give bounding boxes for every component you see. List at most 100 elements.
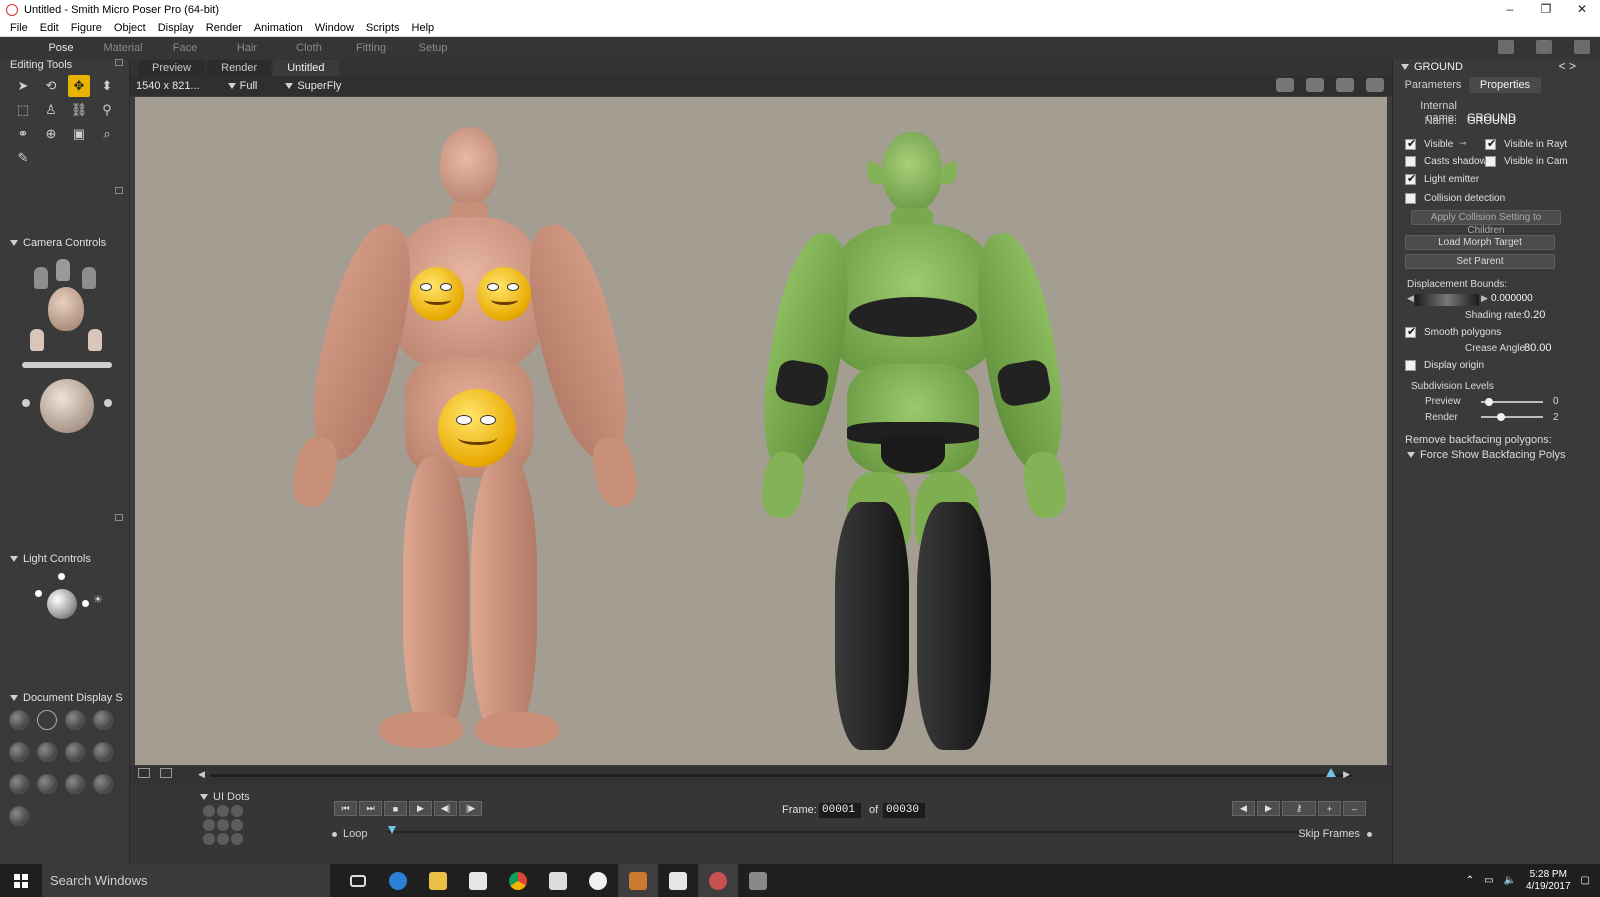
close-button[interactable]: ✕ bbox=[1564, 0, 1600, 19]
menu-object[interactable]: Object bbox=[108, 22, 152, 34]
apply-collision-button[interactable]: Apply Collision Setting to Children bbox=[1411, 210, 1561, 236]
expand-triangle-icon[interactable] bbox=[10, 556, 18, 563]
game-app-icon[interactable] bbox=[738, 864, 778, 897]
room-tab-setup[interactable]: Setup bbox=[402, 42, 464, 54]
edit-keys-icon[interactable]: ⚷ bbox=[1282, 801, 1316, 816]
select-arrow-icon[interactable]: ➤ bbox=[12, 75, 34, 97]
collapse-icon[interactable] bbox=[115, 187, 123, 194]
cartoon-line-style-icon[interactable] bbox=[9, 774, 29, 794]
library-icon[interactable] bbox=[1574, 40, 1590, 54]
menu-scripts[interactable]: Scripts bbox=[360, 22, 406, 34]
export-icon[interactable] bbox=[1336, 78, 1354, 92]
focal-camera-icon[interactable] bbox=[104, 399, 112, 407]
object-nav-arrows[interactable]: < > bbox=[1559, 59, 1576, 73]
bell-icon[interactable] bbox=[1498, 40, 1514, 54]
scale-camera-icon[interactable] bbox=[22, 399, 30, 407]
morph-brush-icon[interactable]: ▣ bbox=[68, 123, 90, 145]
translate-icon[interactable]: ✥ bbox=[68, 75, 90, 97]
left-hand-icon[interactable] bbox=[30, 329, 44, 351]
slider-knob-icon[interactable] bbox=[1485, 398, 1493, 406]
direct-manipulation-icon[interactable]: ⌕ bbox=[96, 123, 118, 145]
renderer-dropdown[interactable]: SuperFly bbox=[285, 80, 341, 92]
figure-human-left[interactable] bbox=[288, 127, 643, 752]
timeline-scrubber[interactable]: ◀ ▶ bbox=[130, 766, 1392, 784]
tab-preview[interactable]: Preview bbox=[138, 60, 206, 76]
current-frame-field[interactable]: 00001 bbox=[819, 803, 861, 818]
force-show-backfacing-dropdown[interactable]: Force Show Backfacing Polys bbox=[1407, 449, 1566, 461]
light-emitter-checkbox[interactable]: Light emitter bbox=[1405, 172, 1479, 185]
window-icon[interactable] bbox=[138, 768, 150, 778]
render-subdivision-slider[interactable] bbox=[1481, 416, 1543, 418]
timeline-track[interactable] bbox=[210, 774, 1352, 777]
menu-animation[interactable]: Animation bbox=[248, 22, 309, 34]
ui-dot[interactable] bbox=[217, 819, 229, 831]
start-button[interactable] bbox=[0, 864, 42, 897]
visible-checkbox[interactable]: Visible bbox=[1405, 137, 1453, 150]
render-size[interactable]: 1540 x 821... bbox=[136, 80, 200, 92]
previous-key-icon[interactable]: ◀ bbox=[1232, 801, 1255, 816]
displacement-value[interactable]: 0.000000 bbox=[1491, 293, 1533, 304]
trackball-icon[interactable] bbox=[40, 379, 94, 433]
scroll-left-icon[interactable]: ◀ bbox=[198, 769, 205, 780]
ui-dot[interactable] bbox=[203, 819, 215, 831]
grouping-icon[interactable]: ⚭ bbox=[12, 123, 34, 145]
light-handle-icon[interactable] bbox=[82, 600, 89, 607]
tab-properties[interactable]: Properties bbox=[1469, 77, 1541, 93]
calculator-icon[interactable] bbox=[538, 864, 578, 897]
poser-pro-taskbar-icon[interactable] bbox=[698, 864, 738, 897]
figure-orc-right[interactable] bbox=[750, 132, 1076, 752]
expand-triangle-icon[interactable] bbox=[200, 794, 208, 801]
tab-render[interactable]: Render bbox=[207, 60, 272, 76]
ui-dot[interactable] bbox=[231, 805, 243, 817]
display-origin-checkbox[interactable]: Display origin bbox=[1405, 360, 1484, 371]
volume-icon[interactable]: 🔈 bbox=[1504, 875, 1516, 886]
go-to-start-icon[interactable]: ⏮ bbox=[334, 801, 357, 816]
outline-style-icon[interactable] bbox=[37, 710, 57, 730]
sketch-style-icon[interactable] bbox=[9, 806, 29, 826]
document-title-tab[interactable]: Untitled bbox=[273, 60, 339, 76]
smooth-lined-style-icon[interactable] bbox=[65, 774, 85, 794]
ui-dot[interactable] bbox=[217, 833, 229, 845]
expand-triangle-icon[interactable] bbox=[10, 240, 18, 247]
texture-shaded-style-icon[interactable] bbox=[93, 774, 113, 794]
eraser-icon[interactable]: ✎ bbox=[12, 147, 34, 169]
ui-dot[interactable] bbox=[231, 819, 243, 831]
ui-dot[interactable] bbox=[217, 805, 229, 817]
maximize-button[interactable]: ❐ bbox=[1528, 0, 1564, 19]
set-parent-button[interactable]: Set Parent bbox=[1405, 254, 1555, 269]
lit-wireframe-style-icon[interactable] bbox=[9, 742, 29, 762]
head-camera-icon[interactable] bbox=[56, 259, 70, 281]
step-back-icon[interactable]: ◀| bbox=[434, 801, 457, 816]
slider-knob-icon[interactable] bbox=[1497, 413, 1505, 421]
menu-edit[interactable]: Edit bbox=[34, 22, 65, 34]
menu-figure[interactable]: Figure bbox=[65, 22, 108, 34]
taskbar-clock[interactable]: 5:28 PM 4/19/2017 bbox=[1526, 869, 1571, 893]
tab-parameters[interactable]: Parameters bbox=[1397, 77, 1469, 93]
name-field[interactable]: GROUND bbox=[1467, 115, 1516, 127]
add-key-icon[interactable]: + bbox=[1318, 801, 1341, 816]
loop-range-track[interactable] bbox=[388, 831, 1300, 833]
hand-pan-icon[interactable] bbox=[1366, 78, 1384, 92]
decrease-arrow-icon[interactable]: ◀ bbox=[1407, 293, 1414, 304]
smooth-shaded-style-icon[interactable] bbox=[37, 774, 57, 794]
object-selector[interactable]: GROUND bbox=[1401, 61, 1463, 73]
menu-render[interactable]: Render bbox=[200, 22, 248, 34]
skip-frames-toggle[interactable]: Skip Frames bbox=[1298, 828, 1378, 840]
hidden-line-style-icon[interactable] bbox=[93, 710, 113, 730]
increase-arrow-icon[interactable]: ▶ bbox=[1481, 293, 1488, 304]
next-key-icon[interactable]: ▶ bbox=[1257, 801, 1280, 816]
stop-icon[interactable]: ■ bbox=[384, 801, 407, 816]
taper-icon[interactable]: ♙ bbox=[40, 99, 62, 121]
wireframe-style-icon[interactable] bbox=[65, 710, 85, 730]
notifications-icon[interactable]: ▢ bbox=[1581, 875, 1590, 886]
ui-dot[interactable] bbox=[203, 833, 215, 845]
flat-lined-style-icon[interactable] bbox=[65, 742, 85, 762]
menu-window[interactable]: Window bbox=[309, 22, 360, 34]
collapse-icon[interactable] bbox=[115, 59, 123, 66]
step-forward-icon[interactable]: |▶ bbox=[459, 801, 482, 816]
chevron-up-icon[interactable]: ⌃ bbox=[1466, 875, 1474, 886]
go-to-end-icon[interactable]: ⏭ bbox=[359, 801, 382, 816]
total-frames-field[interactable]: 00030 bbox=[883, 803, 925, 818]
visible-in-camera-checkbox[interactable]: Visible in Cam bbox=[1485, 156, 1568, 167]
color-icon[interactable]: ⚲ bbox=[96, 99, 118, 121]
